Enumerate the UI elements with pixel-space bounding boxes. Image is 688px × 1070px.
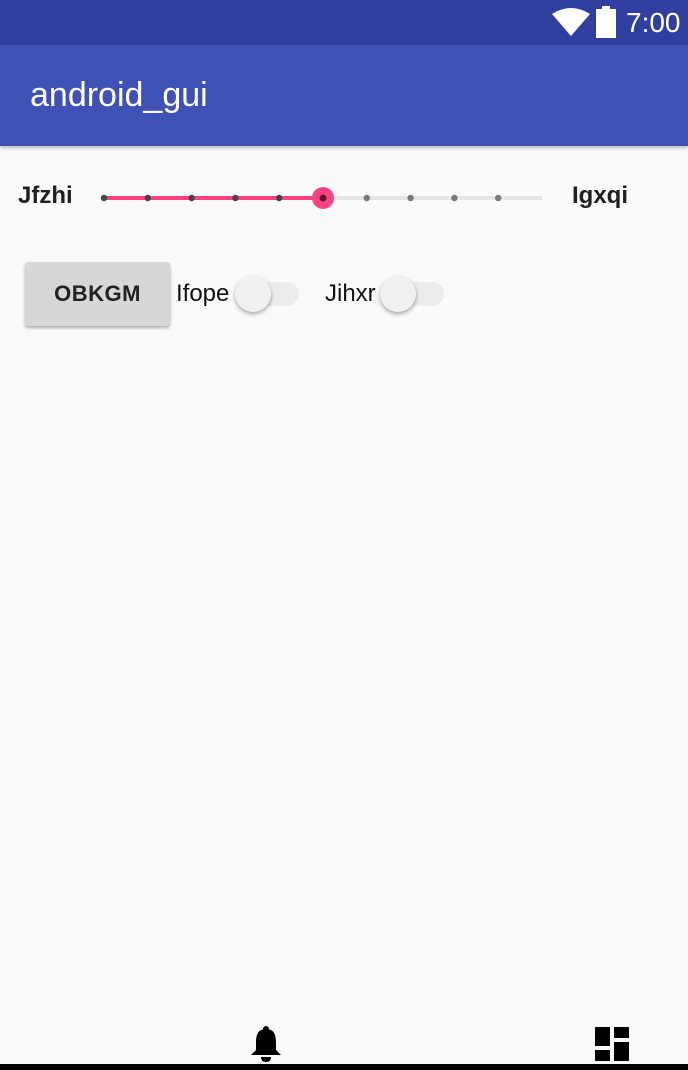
- obkgm-button[interactable]: OBKGM: [25, 262, 170, 326]
- app-bar: android_gui: [0, 45, 688, 146]
- app-title: android_gui: [30, 76, 208, 114]
- status-bar: 7:00: [0, 0, 688, 45]
- dashboard-icon[interactable]: [595, 1027, 629, 1061]
- discrete-slider[interactable]: [92, 178, 556, 218]
- wifi-icon: [552, 8, 590, 36]
- switch-thumb: [235, 276, 271, 312]
- slider-tick: [451, 194, 458, 202]
- slider-tick: [276, 194, 283, 202]
- slider-tick: [232, 194, 239, 202]
- slider-tick: [100, 194, 108, 202]
- slider-left-label: Jfzhi: [18, 182, 73, 209]
- switch-label-ifope: Ifope: [176, 280, 230, 307]
- slider-tick: [144, 194, 151, 202]
- battery-icon: [596, 6, 616, 38]
- slider-tick: [188, 194, 195, 202]
- bottom-edge: [0, 1064, 688, 1070]
- slider-tick: [495, 194, 502, 202]
- switch-jihxr[interactable]: [380, 274, 450, 314]
- slider-right-label: Igxqi: [572, 182, 629, 209]
- bell-icon[interactable]: [250, 1026, 282, 1062]
- status-time: 7:00: [626, 7, 681, 38]
- slider-tick: [407, 194, 414, 202]
- switch-thumb: [380, 276, 416, 312]
- slider-tick: [363, 194, 370, 202]
- switch-ifope[interactable]: [235, 274, 305, 314]
- slider-thumb-dot: [319, 194, 327, 202]
- switch-label-jihxr: Jihxr: [325, 280, 376, 307]
